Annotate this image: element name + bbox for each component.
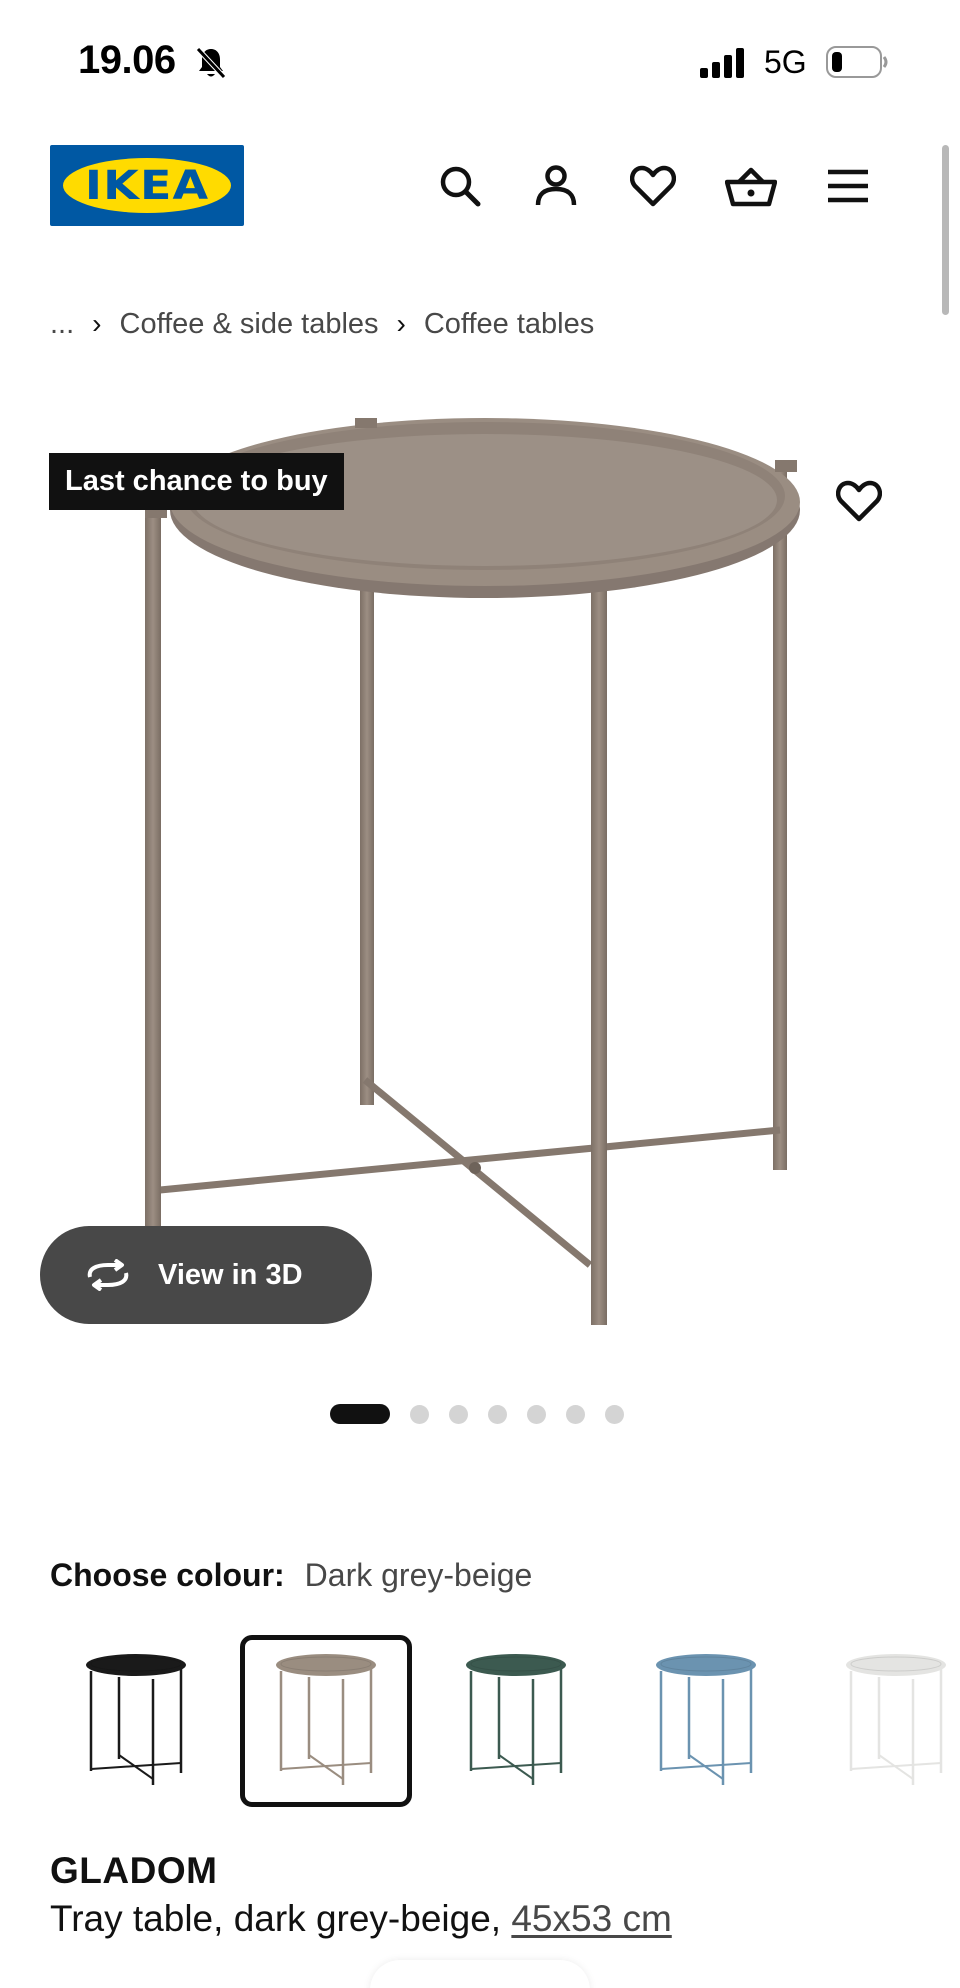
pagination-dot[interactable] — [330, 1404, 390, 1424]
view-in-3d-button[interactable]: View in 3D — [40, 1226, 372, 1324]
status-bar: 19.06 5G — [0, 0, 960, 120]
heart-icon[interactable] — [625, 158, 681, 214]
status-time: 19.06 — [78, 38, 176, 82]
pagination-dot[interactable] — [410, 1404, 429, 1424]
swatch-table-icon — [466, 1654, 566, 1785]
product-description: Tray table, dark grey-beige, 45x53 cm — [50, 1898, 672, 1940]
floating-pill[interactable] — [370, 1960, 590, 1988]
network-label: 5G — [764, 44, 807, 80]
signal-icon — [700, 48, 748, 83]
colour-swatches — [50, 1635, 960, 1807]
heart-icon — [836, 480, 882, 522]
product-size-link[interactable]: 45x53 cm — [511, 1898, 671, 1939]
colour-swatch[interactable] — [620, 1635, 792, 1807]
pagination-dot[interactable] — [449, 1404, 468, 1424]
colour-label: Choose colour: — [50, 1557, 285, 1593]
scrollbar[interactable] — [942, 145, 949, 315]
product-name: GLADOM — [50, 1850, 218, 1891]
colour-value: Dark grey-beige — [304, 1557, 533, 1593]
rotate-3d-icon — [82, 1259, 134, 1291]
last-chance-badge: Last chance to buy — [49, 453, 344, 510]
swatch-table-icon — [846, 1654, 946, 1785]
colour-swatch[interactable] — [810, 1635, 960, 1807]
pagination-dot[interactable] — [488, 1404, 507, 1424]
product-type: Tray table, dark grey-beige, — [50, 1898, 502, 1939]
colour-swatch[interactable] — [430, 1635, 602, 1807]
swatch-table-icon — [86, 1654, 186, 1785]
breadcrumb: ... › Coffee & side tables › Coffee tabl… — [50, 304, 594, 344]
product-image[interactable] — [0, 395, 960, 1365]
search-icon[interactable] — [432, 158, 488, 214]
swatch-table-icon — [656, 1654, 756, 1785]
site-header: IKEA — [0, 140, 960, 240]
view-in-3d-label: View in 3D — [158, 1258, 303, 1291]
battery-icon — [826, 46, 890, 83]
basket-icon[interactable] — [723, 158, 779, 214]
swatch-table-icon — [276, 1654, 376, 1785]
pagination-dot[interactable] — [527, 1404, 546, 1424]
favourite-button[interactable] — [831, 473, 887, 529]
chevron-right-icon: › — [92, 308, 102, 339]
breadcrumb-item-coffee-side-tables[interactable]: Coffee & side tables — [120, 308, 379, 341]
colour-swatch[interactable] — [50, 1635, 222, 1807]
image-pagination — [330, 1403, 624, 1425]
colour-chooser-header: Choose colour: Dark grey-beige — [50, 1557, 532, 1594]
pagination-dot[interactable] — [566, 1404, 585, 1424]
menu-icon[interactable] — [820, 158, 876, 214]
bell-muted-icon — [195, 46, 227, 85]
ikea-logo[interactable]: IKEA — [50, 145, 244, 226]
chevron-right-icon: › — [396, 308, 406, 339]
breadcrumb-item-coffee-tables[interactable]: Coffee tables — [424, 308, 594, 341]
logo-text: IKEA — [84, 162, 210, 209]
account-icon[interactable] — [528, 158, 584, 214]
breadcrumb-ellipsis[interactable]: ... — [50, 308, 74, 341]
colour-swatch[interactable] — [240, 1635, 412, 1807]
pagination-dot[interactable] — [605, 1404, 624, 1424]
